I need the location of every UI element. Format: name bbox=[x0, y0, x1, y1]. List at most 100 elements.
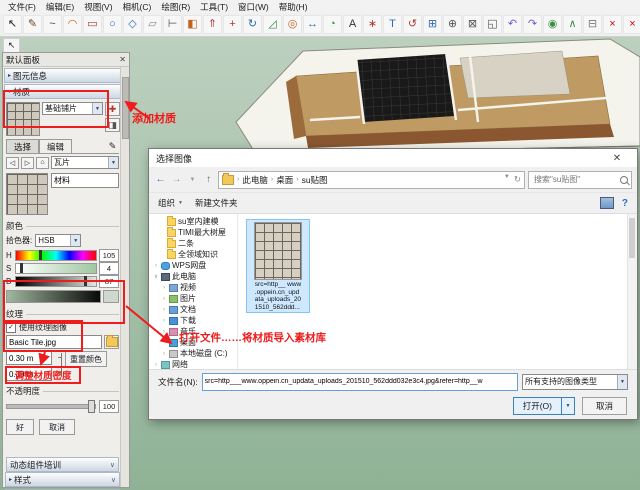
section-header-entity-info[interactable]: ▸ 图元信息 ∨ bbox=[4, 68, 128, 83]
section-plane-tool-icon[interactable]: ⊟ bbox=[583, 15, 602, 34]
active-material-thumbnail[interactable] bbox=[6, 102, 40, 136]
menu-item[interactable]: 工具(T) bbox=[195, 1, 233, 13]
push-pull-tool-icon[interactable]: ⇑ bbox=[203, 15, 222, 34]
axes-tool-icon[interactable]: ∗ bbox=[363, 15, 382, 34]
organize-menu-button[interactable]: 组织 ▼ bbox=[158, 197, 183, 209]
expander-icon[interactable]: ∨ bbox=[153, 273, 159, 280]
expander-icon[interactable]: › bbox=[153, 263, 159, 269]
slider-thumb[interactable] bbox=[84, 276, 87, 286]
tree-item[interactable]: › 本地磁盘 (C:) bbox=[149, 348, 237, 359]
open-split-arrow-icon[interactable]: ▼ bbox=[561, 398, 574, 414]
polygon-tool-icon[interactable]: ◇ bbox=[123, 15, 142, 34]
material-name-dropdown[interactable]: 基础铺片 ▼ bbox=[42, 102, 103, 115]
texture-height-input[interactable] bbox=[6, 367, 52, 381]
dynamic-component-training-bar[interactable]: 动态组件培训 ∨ bbox=[6, 457, 119, 472]
rotate-tool-icon[interactable]: ↻ bbox=[243, 15, 262, 34]
address-bar[interactable]: › 此电脑 › 桌面 › su贴图 ▼ ↻ bbox=[218, 171, 525, 189]
dialog-title-bar[interactable]: 选择图像 ✕ bbox=[149, 149, 637, 167]
forward-arrow-icon[interactable]: ▷ bbox=[21, 157, 34, 169]
tree-item[interactable]: › 视频 bbox=[149, 282, 237, 293]
file-list-area[interactable]: src=http__ www .oppein.cn_upd ata_upload… bbox=[238, 214, 627, 369]
tape-measure-tool-icon[interactable]: ⊢ bbox=[163, 15, 182, 34]
tree-item[interactable]: › 下载 bbox=[149, 315, 237, 326]
selected-file-item[interactable]: src=http__ www .oppein.cn_upd ata_upload… bbox=[246, 219, 310, 313]
menu-item[interactable]: 视图(V) bbox=[79, 1, 117, 13]
back-nav-icon[interactable]: ← bbox=[154, 173, 167, 187]
expander-icon[interactable]: › bbox=[161, 285, 167, 291]
select-cursor-icon[interactable]: ↖ bbox=[3, 38, 20, 53]
paint-bucket-tool-icon[interactable]: ◧ bbox=[183, 15, 202, 34]
color-slider-value[interactable]: 4 bbox=[99, 262, 119, 275]
color-slider-track[interactable] bbox=[15, 263, 97, 274]
up-nav-icon[interactable]: ↑ bbox=[202, 173, 215, 187]
dialog-cancel-button[interactable]: 取消 bbox=[582, 397, 627, 415]
orbit-tool-icon[interactable]: ↺ bbox=[403, 15, 422, 34]
search-input[interactable] bbox=[532, 174, 616, 185]
tree-item[interactable]: 桌面 bbox=[149, 337, 237, 348]
tree-item[interactable]: › WPS网盘 bbox=[149, 260, 237, 271]
file-list-scrollbar[interactable] bbox=[627, 214, 637, 369]
color-slider-track[interactable] bbox=[15, 250, 97, 261]
select-tool-icon[interactable]: ↖ bbox=[3, 15, 22, 34]
expander-icon[interactable]: › bbox=[161, 351, 167, 357]
new-folder-button[interactable]: 新建文件夹 bbox=[195, 197, 238, 209]
previous-view-icon[interactable]: ↶ bbox=[503, 15, 522, 34]
protractor-tool-icon[interactable]: ◔ bbox=[323, 15, 342, 34]
back-arrow-icon[interactable]: ◁ bbox=[6, 157, 19, 169]
reset-color-button[interactable]: 重置颜色 bbox=[65, 351, 107, 367]
ok-button[interactable]: 好 bbox=[6, 419, 34, 435]
move-tool-icon[interactable]: + bbox=[223, 15, 242, 34]
plugin-close-icon-2[interactable]: × bbox=[623, 15, 640, 34]
texture-preview-swatch[interactable] bbox=[6, 173, 48, 215]
tree-item[interactable]: ∨ 此电脑 bbox=[149, 271, 237, 282]
tab-select[interactable]: 选择 bbox=[6, 139, 39, 153]
search-box[interactable] bbox=[528, 171, 632, 189]
tree-item[interactable]: su室内建模 bbox=[149, 216, 237, 227]
use-texture-checkbox[interactable]: ✓ bbox=[6, 323, 16, 333]
tree-item[interactable]: › 网络 bbox=[149, 359, 237, 369]
color-slider-value[interactable]: 87 bbox=[99, 275, 119, 288]
zoom-window-tool-icon[interactable]: ⊠ bbox=[463, 15, 482, 34]
file-thumbnail[interactable] bbox=[254, 222, 302, 280]
view-mode-icon[interactable] bbox=[600, 197, 614, 209]
cancel-button[interactable]: 取消 bbox=[39, 419, 75, 435]
expander-icon[interactable]: › bbox=[161, 307, 167, 313]
color-slider-value[interactable]: 105 bbox=[99, 249, 119, 262]
next-view-icon[interactable]: ↷ bbox=[523, 15, 542, 34]
tree-item[interactable]: TIMI最大树屋 bbox=[149, 227, 237, 238]
forward-nav-icon[interactable]: → bbox=[170, 173, 183, 187]
address-dropdown-icon[interactable]: ▼ bbox=[504, 174, 510, 185]
section-header-materials[interactable]: ▾ 材质 ∨ bbox=[4, 84, 128, 99]
slider-thumb[interactable] bbox=[20, 263, 23, 273]
tree-item[interactable]: › 音乐 bbox=[149, 326, 237, 337]
aspect-ratio-link-icon[interactable] bbox=[55, 353, 62, 377]
opacity-slider[interactable] bbox=[6, 404, 96, 409]
color-slider-track[interactable] bbox=[15, 276, 97, 287]
breadcrumb-desktop[interactable]: 桌面 bbox=[276, 174, 293, 186]
tree-item[interactable]: 全领域知识 bbox=[149, 249, 237, 260]
tray-close-icon[interactable]: ✕ bbox=[119, 55, 126, 64]
help-icon[interactable]: ? bbox=[622, 198, 628, 209]
rectangle-tool-icon[interactable]: ▭ bbox=[83, 15, 102, 34]
open-button[interactable]: 打开(O) ▼ bbox=[513, 397, 575, 415]
expander-icon[interactable]: › bbox=[161, 329, 167, 335]
collections-dropdown[interactable]: 瓦片 ▼ bbox=[51, 156, 119, 169]
arc-tool-icon[interactable]: ◠ bbox=[63, 15, 82, 34]
tray-scrollbar[interactable] bbox=[120, 67, 129, 487]
menu-item[interactable]: 绘图(R) bbox=[156, 1, 195, 13]
history-dropdown-icon[interactable]: ▼ bbox=[186, 173, 199, 187]
opacity-slider-thumb[interactable] bbox=[88, 400, 95, 413]
expander-icon[interactable]: › bbox=[161, 296, 167, 302]
freehand-tool-icon[interactable]: ~ bbox=[43, 15, 62, 34]
text-tool-icon[interactable]: A bbox=[343, 15, 362, 34]
dimension-tool-icon[interactable]: ↔ bbox=[303, 15, 322, 34]
plugin-close-icon-1[interactable]: × bbox=[603, 15, 622, 34]
menu-item[interactable]: 帮助(H) bbox=[274, 1, 313, 13]
tray-section-header[interactable]: ▸ 样式 ∨ bbox=[5, 472, 120, 487]
expander-icon[interactable]: › bbox=[153, 362, 159, 368]
tree-item[interactable]: 二条 bbox=[149, 238, 237, 249]
refresh-icon[interactable]: ↻ bbox=[514, 174, 521, 185]
texture-width-input[interactable] bbox=[6, 351, 52, 365]
texture-filename-input[interactable] bbox=[6, 335, 102, 349]
tree-item[interactable]: › 文档 bbox=[149, 304, 237, 315]
